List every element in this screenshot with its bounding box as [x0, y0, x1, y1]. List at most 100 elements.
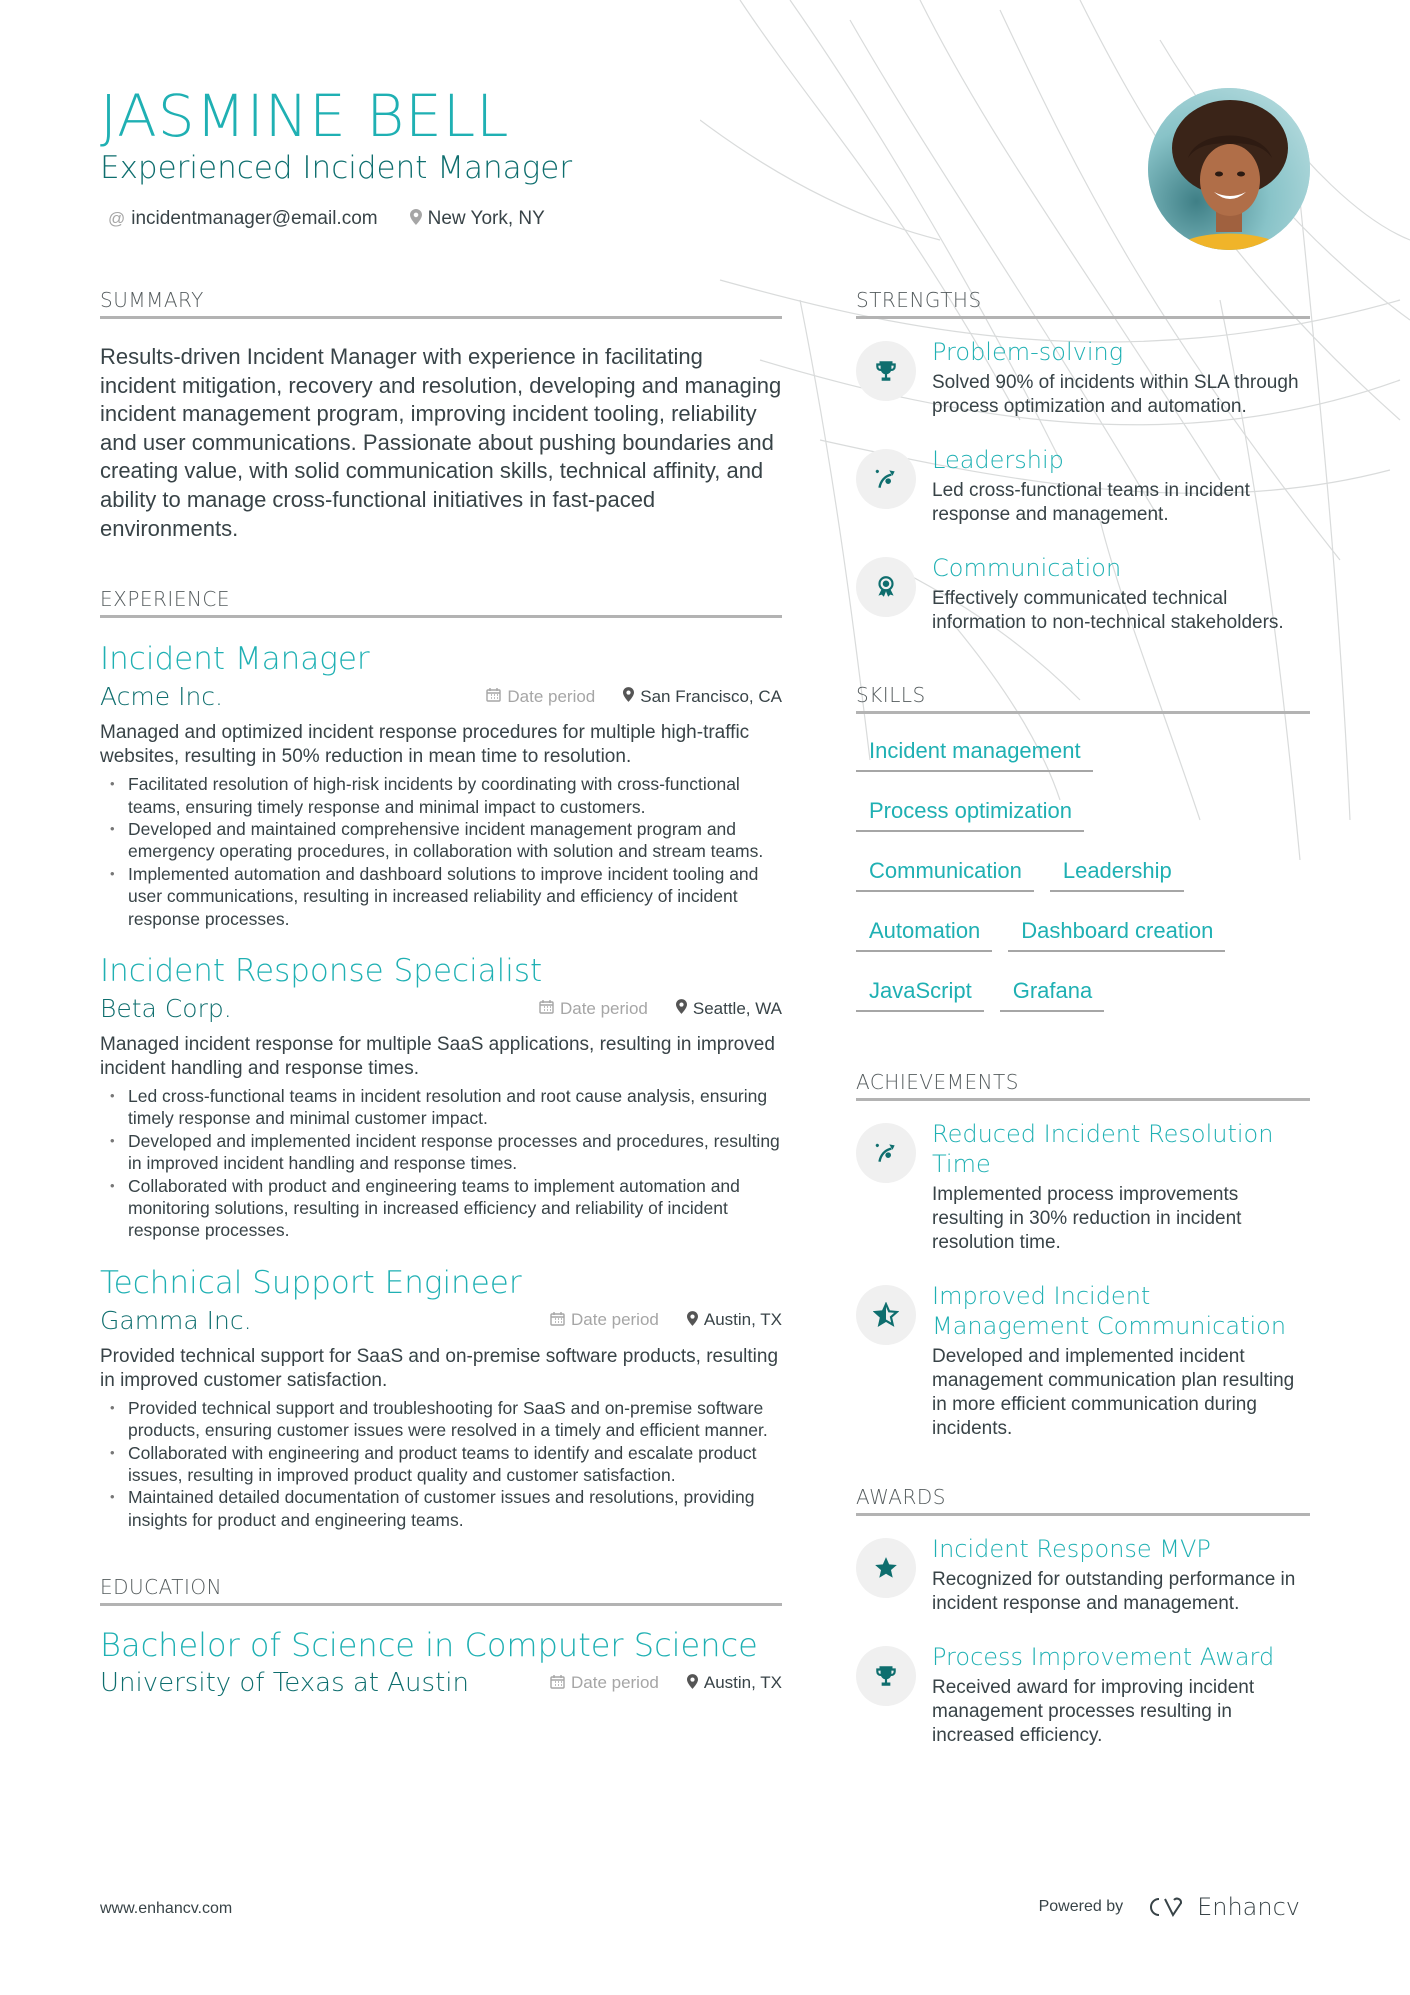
- job-bullets: Provided technical support and troublesh…: [100, 1397, 782, 1531]
- company-name: Gamma Inc.: [100, 1305, 252, 1335]
- skill-tag: Dashboard creation: [1008, 908, 1226, 952]
- strength-description: Effectively communicated technical infor…: [932, 588, 1284, 633]
- achievement-title: Reduced Incident Resolution Time: [932, 1120, 1274, 1178]
- achievement-title: Improved Incident Management Communicati…: [932, 1282, 1287, 1340]
- candidate-headline: Experienced Incident Manager: [100, 150, 573, 186]
- resume-page: JASMINE BELL Experienced Incident Manage…: [0, 0, 1410, 1995]
- strength-item: Leadership Led cross-functional teams in…: [856, 445, 1310, 527]
- left-column: SUMMARY Results-driven Incident Manager …: [100, 288, 782, 1698]
- brand-name: Enhancv: [1197, 1893, 1300, 1921]
- education-date: Date period: [550, 1673, 659, 1693]
- job-description: Provided technical support for SaaS and …: [100, 1345, 779, 1391]
- strategy-icon: [856, 449, 916, 509]
- achievement-item: Improved Incident Management Communicati…: [856, 1281, 1310, 1441]
- achievement-description: Implemented process improvements resulti…: [932, 1184, 1242, 1253]
- education-school: University of Texas at Austin: [100, 1668, 469, 1699]
- job-meta-row: Gamma Inc. Date period Austin, TX: [100, 1306, 782, 1335]
- enhancv-logo-icon: [1150, 1897, 1183, 1917]
- map-pin-icon: [686, 1673, 698, 1693]
- bullet-item: Collaborated with product and engineerin…: [110, 1175, 782, 1242]
- award-title: Incident Response MVP: [932, 1535, 1211, 1563]
- calendar-icon: [550, 1674, 565, 1693]
- bullet-item: Provided technical support and troublesh…: [110, 1397, 782, 1442]
- strength-description: Led cross-functional teams in incident r…: [932, 480, 1250, 525]
- achievement-description: Developed and implemented incident manag…: [932, 1346, 1295, 1439]
- job-location: Seattle, WA: [675, 999, 782, 1019]
- bullet-item: Collaborated with engineering and produc…: [110, 1442, 782, 1487]
- summary-text: Results-driven Incident Manager with exp…: [100, 344, 782, 541]
- map-pin-icon: [686, 1311, 698, 1330]
- job-meta-row: Acme Inc. Date period San Francisco, CA: [100, 682, 782, 711]
- job-date: Date period: [539, 999, 648, 1019]
- map-pin-icon: [623, 687, 635, 706]
- strength-description: Solved 90% of incidents within SLA throu…: [932, 372, 1299, 417]
- location-text: New York, NY: [427, 208, 545, 229]
- contact-email[interactable]: @ incidentmanager@email.com: [108, 208, 378, 230]
- award-description: Received award for improving incident ma…: [932, 1677, 1255, 1746]
- job-location: Austin, TX: [686, 1310, 782, 1330]
- bullet-item: Developed and implemented incident respo…: [110, 1130, 782, 1175]
- calendar-icon: [539, 999, 554, 1018]
- summary-section-title: SUMMARY: [100, 288, 782, 319]
- star-half-icon: [856, 1285, 916, 1345]
- trophy-icon: [856, 1646, 916, 1706]
- medal-icon: [856, 557, 916, 617]
- strengths-section-title: STRENGTHS: [856, 288, 1310, 319]
- right-column: STRENGTHS Problem-solving Solved 90% of …: [856, 288, 1310, 1748]
- strength-title: Leadership: [932, 446, 1064, 474]
- skill-tag: Grafana: [999, 968, 1105, 1012]
- bullet-item: Developed and maintained comprehensive i…: [110, 818, 782, 863]
- education-meta-row: University of Texas at Austin Date perio…: [100, 1668, 782, 1698]
- map-pin-icon: [409, 208, 422, 230]
- strategy-icon: [856, 1123, 916, 1183]
- job-meta-row: Beta Corp. Date period Seattle, WA: [100, 994, 782, 1023]
- contact-info: @ incidentmanager@email.com New York, NY: [108, 208, 545, 230]
- strength-item: Communication Effectively communicated t…: [856, 553, 1310, 635]
- education-degree: Bachelor of Science in Computer Science: [100, 1626, 758, 1665]
- skill-tag: JavaScript: [856, 968, 984, 1012]
- award-title: Process Improvement Award: [932, 1643, 1275, 1671]
- job-title: Incident Response Specialist: [100, 953, 543, 989]
- skills-section-title: SKILLS: [856, 683, 1310, 714]
- experience-entry: Technical Support Engineer Gamma Inc. Da…: [100, 1264, 782, 1531]
- experience-entry: Incident Manager Acme Inc. Date period S…: [100, 640, 782, 930]
- bullet-item: Implemented automation and dashboard sol…: [110, 863, 782, 930]
- strength-title: Communication: [932, 554, 1122, 582]
- trophy-icon: [856, 341, 916, 401]
- skill-tag: Incident management: [856, 728, 1093, 772]
- contact-location: New York, NY: [409, 208, 545, 230]
- job-bullets: Led cross-functional teams in incident r…: [100, 1085, 782, 1242]
- job-description: Managed incident response for multiple S…: [100, 1034, 775, 1079]
- bullet-item: Led cross-functional teams in incident r…: [110, 1085, 782, 1130]
- skill-tag: Automation: [856, 908, 993, 952]
- experience-section-title: EXPERIENCE: [100, 587, 782, 619]
- enhancv-logo[interactable]: Enhancv: [1143, 1893, 1300, 1921]
- skill-tag: Communication: [856, 848, 1034, 892]
- star-icon: [856, 1538, 916, 1598]
- bullet-item: Maintained detailed documentation of cus…: [110, 1486, 782, 1531]
- candidate-name: JASMINE BELL: [100, 82, 510, 150]
- strength-title: Problem-solving: [932, 338, 1124, 366]
- awards-section-title: AWARDS: [856, 1485, 1310, 1516]
- job-title: Incident Manager: [100, 641, 370, 678]
- email-text: incidentmanager@email.com: [131, 208, 378, 229]
- award-item: Incident Response MVP Recognized for out…: [856, 1534, 1310, 1616]
- calendar-icon: [486, 687, 502, 706]
- award-description: Recognized for outstanding performance i…: [932, 1569, 1296, 1614]
- map-pin-icon: [675, 999, 687, 1018]
- education-section-title: EDUCATION: [100, 1575, 782, 1607]
- footer-branding: Powered by Enhancv: [1039, 1893, 1300, 1921]
- at-icon: @: [108, 209, 126, 228]
- education-location: Austin, TX: [686, 1673, 782, 1693]
- job-title: Technical Support Engineer: [100, 1264, 522, 1301]
- award-item: Process Improvement Award Received award…: [856, 1642, 1310, 1748]
- company-name: Acme Inc.: [100, 682, 223, 712]
- job-date: Date period: [550, 1310, 659, 1330]
- job-description: Managed and optimized incident response …: [100, 722, 750, 768]
- strength-item: Problem-solving Solved 90% of incidents …: [856, 337, 1310, 419]
- footer-website-link[interactable]: www.enhancv.com: [100, 1900, 232, 1918]
- achievement-item: Reduced Incident Resolution Time Impleme…: [856, 1119, 1310, 1255]
- job-location: San Francisco, CA: [623, 687, 782, 707]
- company-name: Beta Corp.: [100, 994, 232, 1023]
- powered-by-label: Powered by: [1038, 1898, 1124, 1915]
